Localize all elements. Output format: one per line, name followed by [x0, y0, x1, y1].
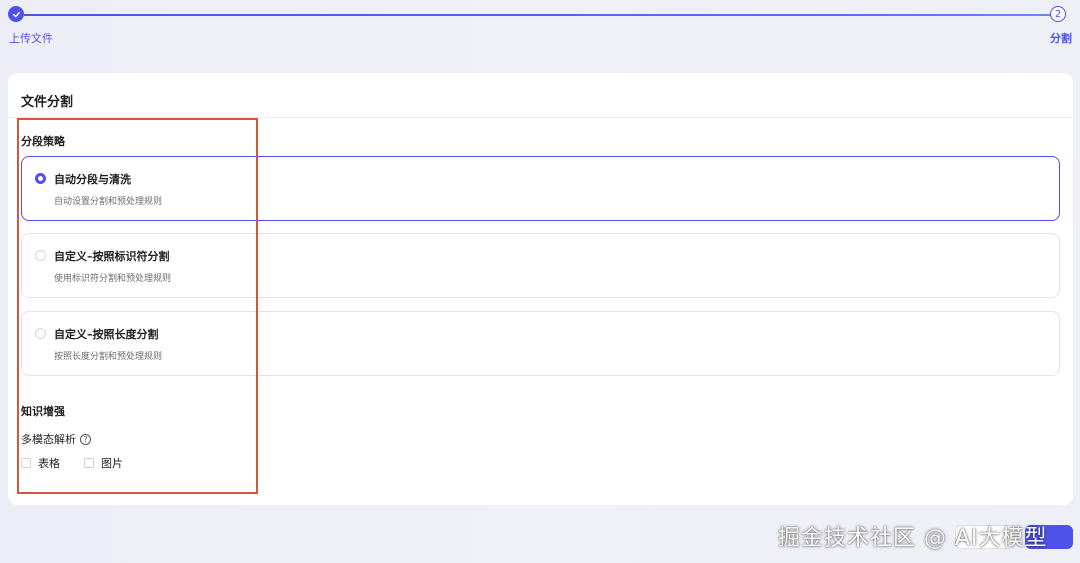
watermark-text: 掘金技术社区 @ AI大模型 [778, 526, 1048, 551]
red-annotation-box [17, 118, 258, 494]
step-1-check-icon [8, 6, 24, 22]
step-2-number: 2 [1050, 6, 1066, 22]
stepper-progress-line [24, 14, 1051, 16]
card-title: 文件分割 [21, 95, 74, 110]
step-1-label[interactable]: 上传文件 [9, 30, 53, 46]
step-2-label: 分割 [1050, 32, 1072, 45]
stepper: 2 上传文件 分割 [0, 0, 1080, 50]
